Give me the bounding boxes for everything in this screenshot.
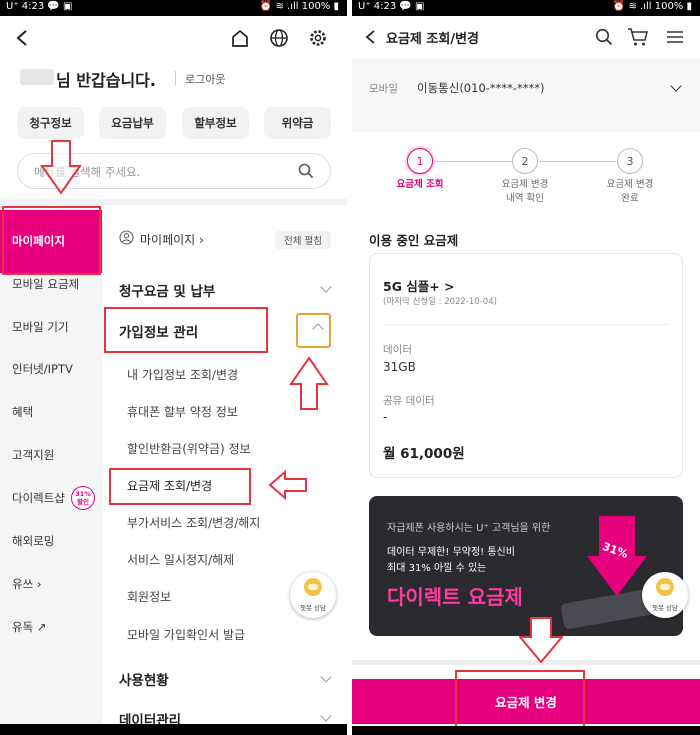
submenu-phone-installment[interactable]: 휴대폰 할부 약정 정보	[127, 403, 238, 420]
right-screen: U⁺ 4:23 💬 ▣ ⏰ ≋ .ıll 100% ▮ 요금제 조회/변경 모바…	[352, 0, 700, 735]
settings-gear-icon[interactable]	[306, 26, 330, 50]
chevron-down-icon[interactable]	[320, 671, 332, 683]
plan-name-link[interactable]: 5G 심플+ >	[383, 276, 455, 295]
back-arrow-icon[interactable]	[10, 26, 34, 50]
nav-bar	[0, 724, 347, 735]
section-billing-payment[interactable]: 청구요금 및 납부	[119, 280, 215, 300]
chevron-down-icon[interactable]	[320, 281, 332, 293]
sidebar-item-direct-shop[interactable]: 다이렉트샵	[12, 490, 65, 506]
chip-payment[interactable]: 요금납부	[99, 107, 166, 139]
line-select[interactable]: 이동통신(010-****-****)	[417, 80, 545, 96]
chatbot-button[interactable]: 챗봇 상담	[642, 572, 688, 618]
sidebar-item-roaming[interactable]: 해외로밍	[12, 533, 54, 549]
highlight-plan-change	[109, 468, 251, 505]
step-1-label: 요금제 조회	[396, 179, 444, 190]
step-3: 3	[617, 148, 643, 174]
section-usage[interactable]: 사용현황	[119, 669, 169, 689]
sidebar-item-mobile-plan[interactable]: 모바일 요금제	[12, 276, 79, 292]
plan-price: 월 61,000원	[383, 446, 465, 462]
chip-billing-info[interactable]: 청구정보	[17, 107, 84, 139]
mobile-label: 모바일	[369, 83, 398, 95]
shared-data-value: -	[383, 410, 388, 424]
chatbot-button[interactable]: 챗봇 상담	[290, 572, 336, 618]
annotation-arrow-up-icon	[289, 356, 329, 415]
back-arrow-icon[interactable]	[360, 26, 380, 48]
sidebar-item-benefits[interactable]: 혜택	[12, 404, 33, 420]
left-screen: U⁺ 4:23 💬 ▣ ⏰ ≋ .ıll 100% ▮ 님 반갑습니다. 로그아…	[0, 0, 347, 735]
submenu-member-info[interactable]: 회원정보	[127, 588, 171, 605]
cart-icon[interactable]	[626, 26, 650, 48]
user-icon	[119, 230, 134, 245]
masked-username	[20, 69, 54, 85]
divider	[175, 71, 176, 85]
sidebar-item-mobile-device[interactable]: 모바일 기기	[12, 319, 69, 335]
mypage-link[interactable]: 마이페이지 ›	[140, 231, 204, 248]
discount-badge: 31% 할인	[71, 486, 95, 510]
expand-all-button[interactable]: 전체 펼침	[275, 231, 331, 249]
greeting-text: 님 반갑습니다.	[56, 71, 156, 90]
sidebar-item-udok[interactable]: 유독 ↗	[12, 619, 46, 635]
data-value: 31GB	[383, 360, 416, 374]
highlight-mypage	[2, 206, 101, 275]
page-title: 요금제 조회/변경	[386, 32, 479, 47]
search-icon	[298, 163, 314, 183]
step-3-label: 요금제 변경 완료	[606, 179, 654, 204]
submenu-subscription-cert[interactable]: 모바일 가입확인서 발급	[127, 626, 245, 643]
step-1: 1	[407, 148, 433, 174]
step-2-label: 요금제 변경 내역 확인	[501, 179, 549, 204]
highlight-chevron-up	[296, 313, 331, 348]
step-2: 2	[512, 148, 538, 174]
search-icon[interactable]	[593, 26, 615, 48]
chip-installment[interactable]: 할부정보	[182, 107, 249, 139]
status-bar: U⁺ 4:23 💬 ▣ ⏰ ≋ .ıll 100% ▮	[352, 0, 700, 16]
plan-last-applied: (마지막 신청일 : 2022-10-04)	[383, 297, 497, 307]
annotation-arrow-down-icon	[517, 617, 565, 667]
globe-icon[interactable]	[267, 26, 291, 50]
chip-penalty[interactable]: 위약금	[264, 107, 331, 139]
nav-bar	[352, 726, 700, 735]
logout-link[interactable]: 로그아웃	[185, 71, 225, 87]
card-divider	[383, 324, 669, 325]
menu-icon[interactable]	[664, 27, 686, 47]
highlight-change-plan	[455, 670, 585, 732]
highlight-subscription-info	[104, 307, 268, 353]
annotation-arrow-left-icon	[268, 469, 308, 504]
sidebar-item-youth[interactable]: 유쓰 ›	[12, 576, 41, 592]
home-icon[interactable]	[228, 26, 252, 50]
submenu-service-suspend[interactable]: 서비스 일시정지/해제	[127, 551, 234, 568]
sidebar-item-internet-iptv[interactable]: 인터넷/IPTV	[12, 361, 73, 377]
submenu-addon-services[interactable]: 부가서비스 조회/변경/해지	[127, 514, 260, 531]
shared-data-label: 공유 데이터	[383, 395, 435, 407]
submenu-my-subscription[interactable]: 내 가입정보 조회/변경	[127, 366, 238, 383]
annotation-arrow-down-icon	[40, 140, 82, 199]
status-bar: U⁺ 4:23 💬 ▣ ⏰ ≋ .ıll 100% ▮	[0, 0, 347, 16]
submenu-refund-penalty[interactable]: 할인반환금(위약금) 정보	[127, 440, 251, 457]
current-plan-heading: 이용 중인 요금제	[369, 233, 459, 248]
sidebar-item-support[interactable]: 고객지원	[12, 447, 54, 463]
chevron-down-icon[interactable]	[320, 710, 332, 722]
data-label: 데이터	[383, 344, 412, 356]
direct-plan-banner[interactable]: 자급제폰 사용하시는 U⁺ 고객님을 위한 데이터 무제한! 무약정! 통신비 …	[369, 496, 683, 636]
